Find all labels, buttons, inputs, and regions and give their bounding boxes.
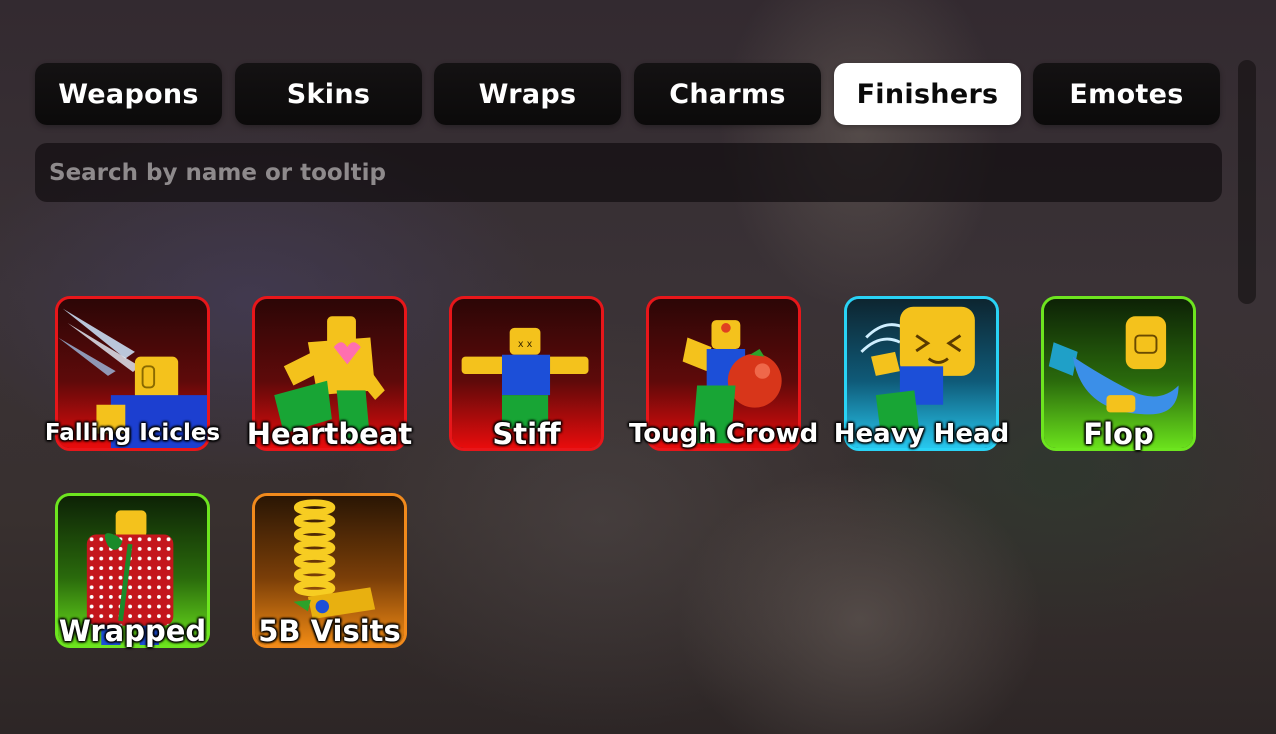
item-label: Flop (1083, 417, 1154, 451)
item-5b-visits[interactable]: 5B Visits (252, 493, 407, 648)
item-label: 5B Visits (258, 614, 401, 648)
item-stiff[interactable]: x x Stiff (449, 296, 604, 451)
svg-text:x x: x x (518, 339, 533, 350)
scrollbar[interactable] (1238, 60, 1256, 304)
item-wrapped[interactable]: Wrapped (55, 493, 210, 648)
item-flop[interactable]: Flop (1041, 296, 1196, 451)
tab-weapons[interactable]: Weapons (35, 63, 222, 125)
item-label: Heartbeat (246, 417, 413, 451)
search-input[interactable] (35, 143, 1222, 202)
item-label: Falling Icicles (44, 420, 221, 446)
tab-finishers[interactable]: Finishers (834, 63, 1021, 125)
category-tabs: Weapons Skins Wraps Charms Finishers Emo… (35, 63, 1221, 125)
item-heavy-head[interactable]: Heavy Head (834, 296, 1009, 451)
item-label: Stiff (492, 417, 561, 451)
search-bar (35, 143, 1222, 202)
item-falling-icicles[interactable]: Falling Icicles (45, 296, 220, 451)
item-label: Tough Crowd (629, 419, 819, 449)
tab-charms[interactable]: Charms (634, 63, 821, 125)
item-heartbeat[interactable]: Heartbeat (247, 296, 412, 451)
item-label: Heavy Head (833, 419, 1010, 449)
tab-wraps[interactable]: Wraps (434, 63, 621, 125)
item-tough-crowd[interactable]: Tough Crowd (629, 296, 818, 451)
item-label: Wrapped (58, 614, 207, 648)
tab-skins[interactable]: Skins (235, 63, 422, 125)
tab-emotes[interactable]: Emotes (1033, 63, 1220, 125)
